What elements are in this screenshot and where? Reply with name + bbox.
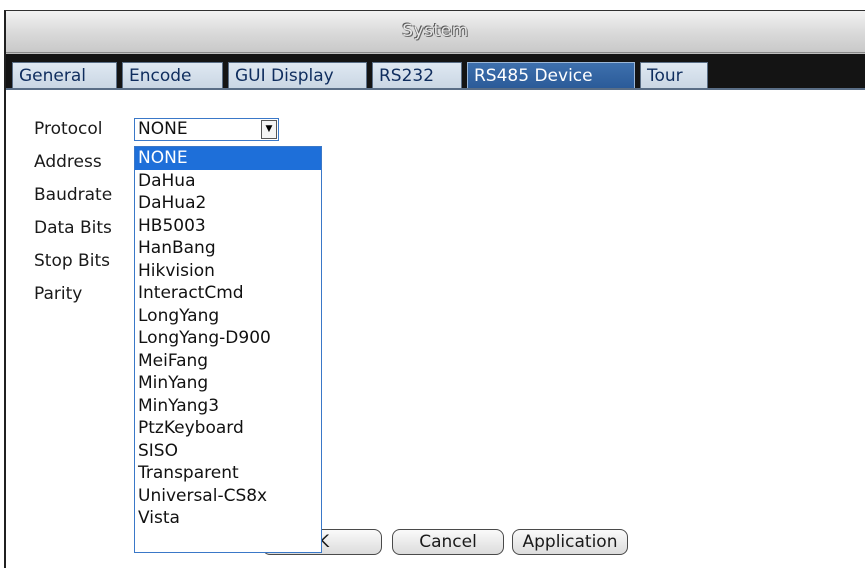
protocol-dropdown-list: NONE DaHua DaHua2 HB5003 HanBang Hikvision Int… [134,146,322,553]
protocol-select[interactable]: NONE ▼ [134,118,279,141]
protocol-option[interactable]: HB5003 [135,215,321,238]
data-bits-label: Data Bits [34,218,112,238]
tab-encode[interactable]: Encode [122,62,223,89]
protocol-option[interactable]: DaHua2 [135,192,321,215]
cancel-button[interactable]: Cancel [392,529,504,555]
system-dialog: System General Encode GUI Display RS232 … [4,10,865,569]
protocol-select-value: NONE [138,119,188,139]
baudrate-label: Baudrate [34,185,113,205]
tab-rs485-device[interactable]: RS485 Device [467,62,635,89]
protocol-option[interactable]: MeiFang [135,350,321,373]
application-button[interactable]: Application [512,529,628,555]
protocol-option[interactable]: LongYang-D900 [135,327,321,350]
protocol-label: Protocol [34,119,103,139]
parity-label: Parity [34,284,83,304]
address-label: Address [34,152,102,172]
protocol-option[interactable]: Hikvision [135,260,321,283]
protocol-option[interactable]: MinYang3 [135,395,321,418]
protocol-option[interactable]: Vista [135,507,321,530]
protocol-option[interactable]: NONE [135,147,321,170]
protocol-option[interactable]: InteractCmd [135,282,321,305]
tab-bar: General Encode GUI Display RS232 RS485 D… [6,53,865,89]
tab-general[interactable]: General [12,62,117,89]
stop-bits-label: Stop Bits [34,251,110,271]
protocol-option[interactable]: MinYang [135,372,321,395]
protocol-option[interactable]: HanBang [135,237,321,260]
protocol-option[interactable]: DaHua [135,170,321,193]
tab-tour[interactable]: Tour [640,62,708,89]
tab-rs232[interactable]: RS232 [372,62,462,89]
tab-gui-display[interactable]: GUI Display [228,62,367,89]
dialog-title: System [6,11,865,53]
protocol-option[interactable]: LongYang [135,305,321,328]
chevron-down-icon[interactable]: ▼ [261,120,277,139]
protocol-option[interactable]: PtzKeyboard [135,417,321,440]
tab-content: Protocol Address Baudrate Data Bits Stop… [6,88,865,569]
protocol-option[interactable]: SISO [135,440,321,463]
protocol-option[interactable]: Universal-CS8x [135,485,321,508]
protocol-option[interactable]: Transparent [135,462,321,485]
